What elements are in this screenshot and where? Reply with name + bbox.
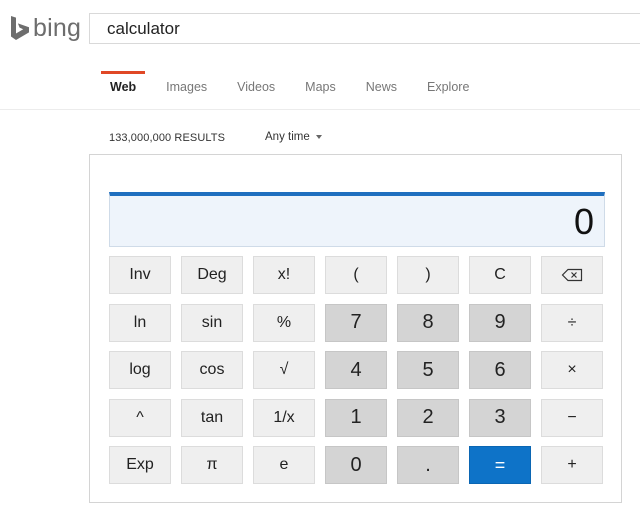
- tab-maps[interactable]: Maps: [296, 71, 345, 109]
- caret-down-icon: [315, 135, 322, 139]
- key-6[interactable]: 6: [469, 351, 531, 389]
- key-percent[interactable]: %: [253, 303, 315, 342]
- key-power[interactable]: ^: [109, 398, 171, 437]
- key-8[interactable]: 8: [397, 303, 459, 342]
- key-close-paren[interactable]: ): [397, 256, 459, 294]
- key-deg[interactable]: Deg: [181, 256, 243, 294]
- results-count: 133,000,000 RESULTS: [109, 132, 226, 144]
- key-add[interactable]: +: [541, 446, 603, 484]
- tab-web[interactable]: Web: [101, 71, 146, 109]
- search-box: [89, 13, 640, 44]
- backspace-key[interactable]: [541, 256, 603, 294]
- tab-images[interactable]: Images: [157, 71, 216, 109]
- key-7[interactable]: 7: [325, 303, 387, 342]
- key-sin[interactable]: sin: [181, 303, 243, 342]
- key-multiply[interactable]: ×: [541, 351, 603, 389]
- key-open-paren[interactable]: (: [325, 256, 387, 294]
- key-reciprocal[interactable]: 1/x: [253, 398, 315, 437]
- search-scope-tabs: Web Images Videos Maps News Explore: [101, 71, 490, 111]
- key-9[interactable]: 9: [469, 303, 531, 342]
- calculator-widget: 0 Inv Deg x! () Cln sin% 7 8 9 ÷ log cos √ 4 5 6 × ^ tan 1/…: [89, 154, 622, 503]
- bing-logo[interactable]: bing: [10, 14, 81, 42]
- key-0[interactable]: 0: [325, 446, 387, 484]
- time-filter-label: Any time: [265, 131, 310, 143]
- key-pi[interactable]: π: [181, 446, 243, 484]
- key-3[interactable]: 3: [469, 398, 531, 437]
- key-exp[interactable]: Exp: [109, 446, 171, 484]
- backspace-icon: [561, 268, 583, 282]
- tab-news[interactable]: News: [357, 71, 406, 109]
- key-1[interactable]: 1: [325, 398, 387, 437]
- key-ln[interactable]: ln: [109, 303, 171, 342]
- key-factorial[interactable]: x!: [253, 256, 315, 294]
- key-decimal[interactable]: .: [397, 446, 459, 484]
- key-tan[interactable]: tan: [181, 398, 243, 437]
- bing-b-logo-icon: [11, 16, 29, 40]
- key-e[interactable]: e: [253, 446, 315, 484]
- key-equals[interactable]: =: [469, 446, 531, 484]
- key-inv[interactable]: Inv: [109, 256, 171, 294]
- key-divide[interactable]: ÷: [541, 303, 603, 342]
- key-2[interactable]: 2: [397, 398, 459, 437]
- time-filter-dropdown[interactable]: Any time: [265, 131, 322, 143]
- key-log[interactable]: log: [109, 351, 171, 389]
- calculator-display: 0: [109, 192, 605, 247]
- key-sqrt[interactable]: √: [253, 351, 315, 389]
- tab-explore[interactable]: Explore: [418, 71, 478, 109]
- calculator-keypad: Inv Deg x! () Cln sin% 7 8 9 ÷ log cos √ 4 5 6 × ^ tan 1/x 1…: [109, 256, 603, 484]
- key-cos[interactable]: cos: [181, 351, 243, 389]
- display-value: 0: [573, 201, 594, 242]
- nav-divider: [0, 109, 640, 110]
- brand-name: bing: [33, 14, 82, 42]
- key-subtract[interactable]: −: [541, 398, 603, 437]
- key-4[interactable]: 4: [325, 351, 387, 389]
- search-input[interactable]: [90, 14, 640, 43]
- key-5[interactable]: 5: [397, 351, 459, 389]
- tab-videos[interactable]: Videos: [228, 71, 284, 109]
- key-clear[interactable]: C: [469, 256, 531, 294]
